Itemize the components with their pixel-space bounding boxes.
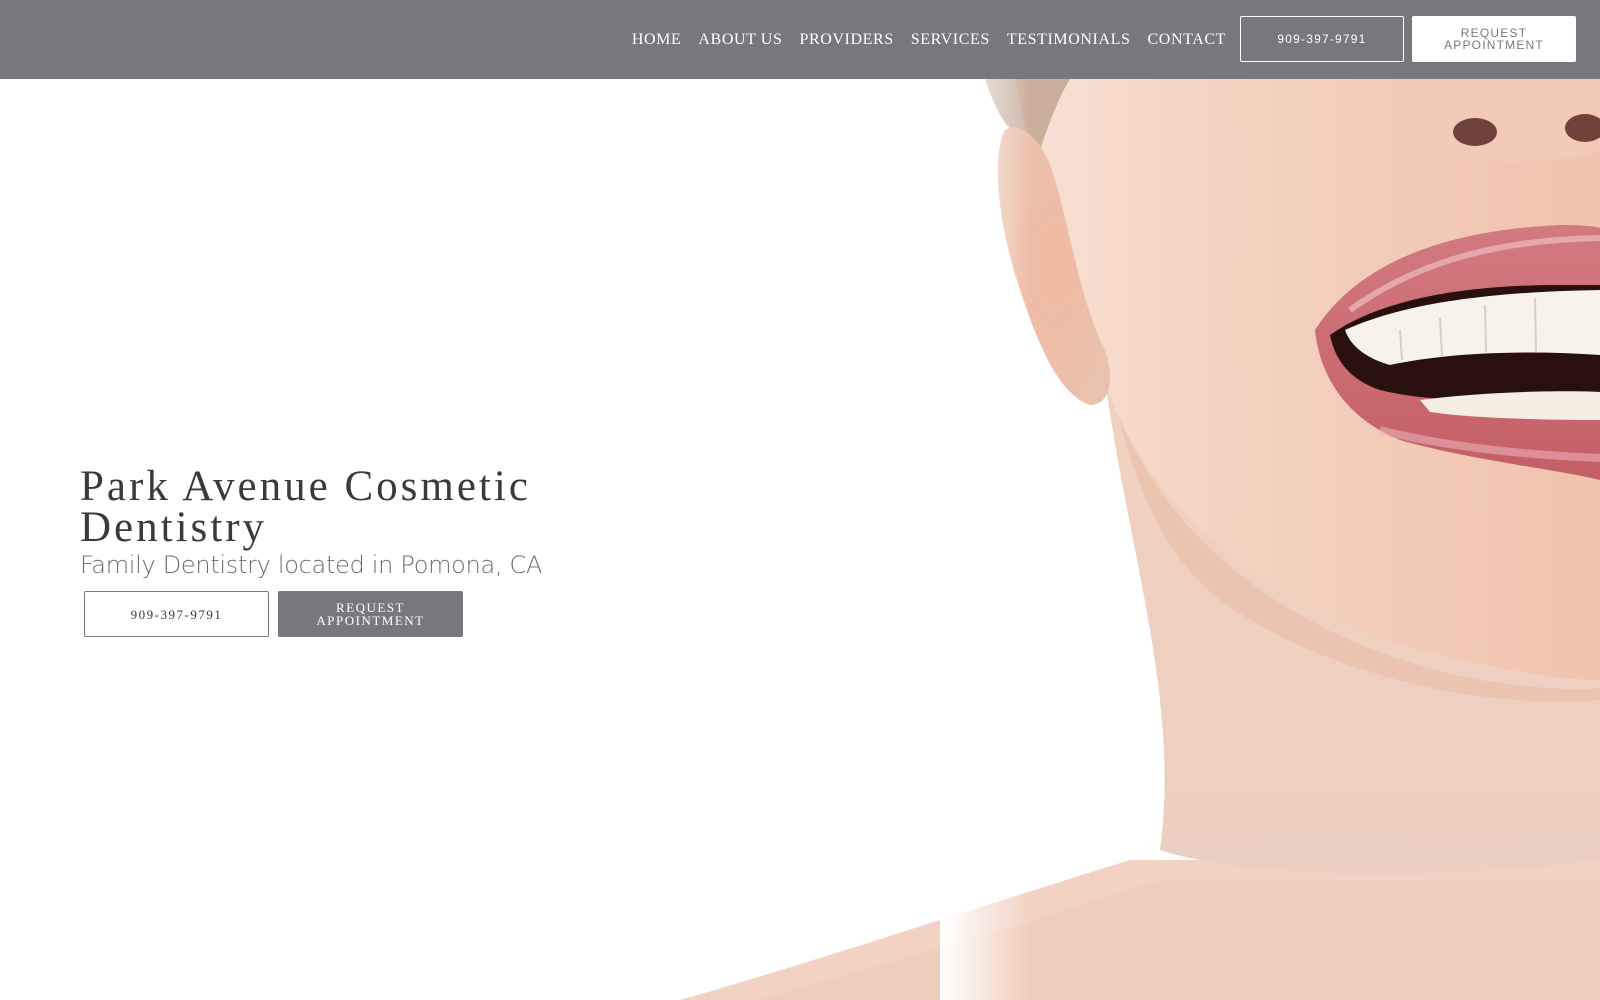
nav-home[interactable]: HOME bbox=[632, 31, 682, 49]
nav-services[interactable]: SERVICES bbox=[911, 31, 990, 49]
header-request-appointment-button[interactable]: REQUEST APPOINTMENT bbox=[1412, 16, 1576, 62]
hero-request-appointment-button[interactable]: REQUEST APPOINTMENT bbox=[278, 591, 463, 637]
main-nav: HOME ABOUT US PROVIDERS SERVICES TESTIMO… bbox=[632, 0, 1226, 79]
header-phone-button[interactable]: 909-397-9791 bbox=[1240, 16, 1404, 62]
hero-title: Park Avenue Cosmetic Dentistry bbox=[80, 463, 531, 551]
nav-providers[interactable]: PROVIDERS bbox=[799, 31, 893, 49]
hero-text: Park Avenue Cosmetic Dentistry Family De… bbox=[80, 463, 640, 580]
nav-testimonials[interactable]: TESTIMONIALS bbox=[1007, 31, 1131, 49]
nav-about-us[interactable]: ABOUT US bbox=[698, 31, 782, 49]
hero-phone-button[interactable]: 909-397-9791 bbox=[84, 591, 269, 637]
hero-buttons: 909-397-9791 REQUEST APPOINTMENT bbox=[84, 591, 463, 637]
nav-contact[interactable]: CONTACT bbox=[1148, 31, 1226, 49]
page: HOME ABOUT US PROVIDERS SERVICES TESTIMO… bbox=[0, 0, 1600, 1000]
site-header: HOME ABOUT US PROVIDERS SERVICES TESTIMO… bbox=[0, 0, 1600, 79]
hero-subtitle: Family Dentistry located in Pomona, CA bbox=[80, 551, 543, 579]
